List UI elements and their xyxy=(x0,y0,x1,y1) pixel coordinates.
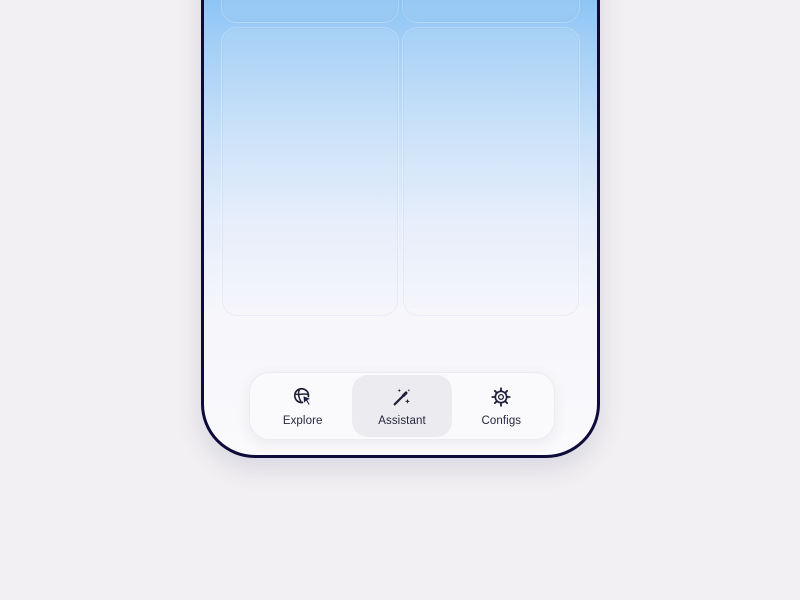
bottom-tab-bar: Explore Assistant Configs xyxy=(249,372,555,440)
gear-icon xyxy=(491,386,511,407)
grid-card[interactable] xyxy=(221,27,399,317)
grid-card[interactable] xyxy=(402,27,580,317)
tab-label: Explore xyxy=(282,414,323,427)
grid-card[interactable] xyxy=(402,0,580,23)
app-screen: Explore Assistant Configs xyxy=(204,0,597,455)
tab-assistant[interactable]: Assistant xyxy=(352,375,452,437)
globe-cursor-icon xyxy=(293,387,312,406)
tab-label: Assistant xyxy=(378,414,426,427)
canvas: Explore Assistant Configs xyxy=(0,0,800,600)
phone-frame: Explore Assistant Configs xyxy=(201,0,600,458)
grid-card[interactable] xyxy=(221,0,399,23)
tab-explore[interactable]: Explore xyxy=(253,375,352,437)
tab-configs[interactable]: Configs xyxy=(452,375,551,437)
tab-label: Configs xyxy=(481,414,522,427)
magic-wand-icon xyxy=(393,388,411,405)
